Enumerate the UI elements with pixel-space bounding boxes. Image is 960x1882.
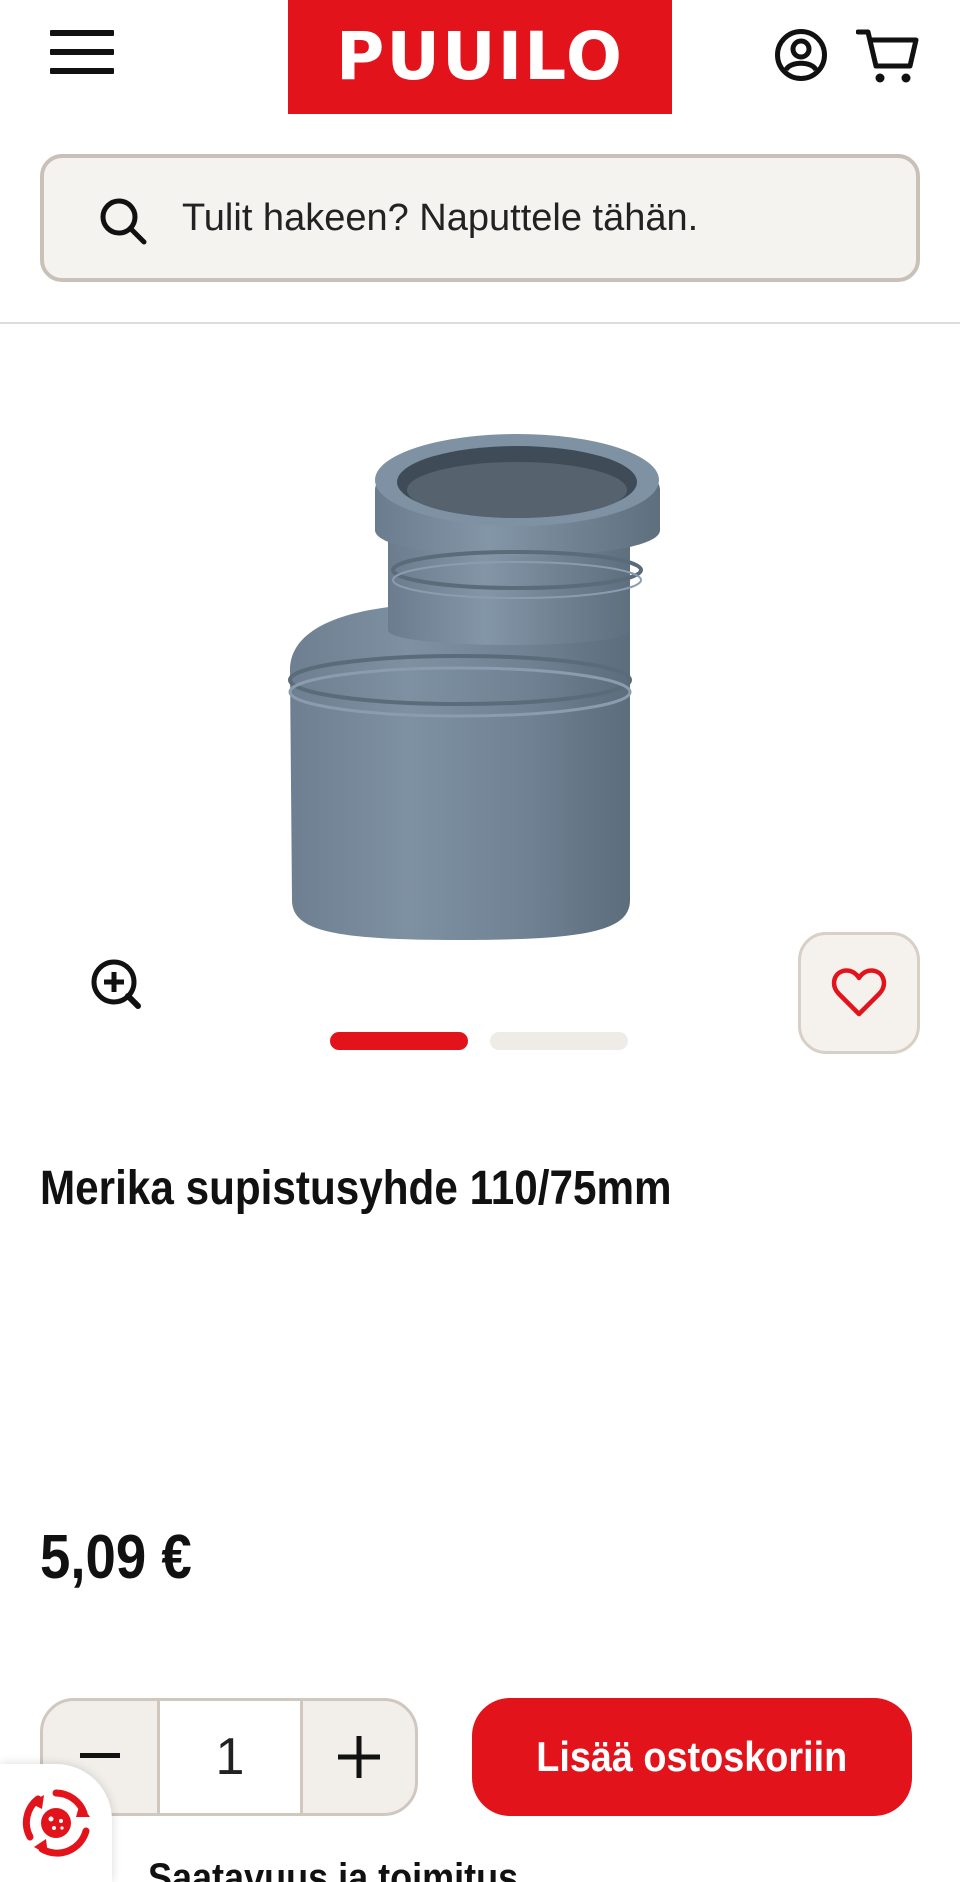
account-button[interactable] bbox=[774, 28, 828, 82]
header: PUUILO bbox=[0, 0, 960, 140]
availability-heading[interactable]: Saatavuus ja toimitus bbox=[148, 1856, 518, 1882]
hamburger-menu-icon bbox=[50, 30, 114, 36]
minus-icon bbox=[80, 1753, 120, 1758]
cookie-settings-icon bbox=[22, 1789, 90, 1857]
plus-icon bbox=[338, 1736, 380, 1778]
gallery-pagination bbox=[330, 1032, 630, 1050]
quantity-value[interactable]: 1 bbox=[157, 1701, 303, 1813]
zoom-button[interactable] bbox=[88, 956, 144, 1012]
gallery-dot-2[interactable] bbox=[490, 1032, 628, 1050]
add-to-cart-button[interactable]: Lisää ostoskoriin bbox=[472, 1698, 912, 1816]
zoom-in-icon bbox=[91, 959, 141, 1009]
shopping-cart-icon bbox=[855, 29, 919, 83]
menu-button[interactable] bbox=[48, 30, 116, 74]
heart-icon bbox=[831, 968, 887, 1017]
logo-text: PUUILO bbox=[336, 18, 624, 95]
search-input[interactable] bbox=[182, 176, 882, 260]
cart-button[interactable] bbox=[855, 26, 920, 86]
product-title: Merika supistusyhde 110/75mm bbox=[40, 1162, 672, 1215]
product-price: 5,09 € bbox=[40, 1523, 192, 1592]
favorite-button[interactable] bbox=[798, 932, 920, 1054]
search-icon bbox=[100, 198, 147, 245]
cookie-settings-button[interactable] bbox=[0, 1764, 112, 1882]
user-circle-icon bbox=[775, 29, 827, 81]
product-image bbox=[288, 434, 660, 940]
search-bar[interactable] bbox=[40, 154, 920, 282]
add-to-cart-label: Lisää ostoskoriin bbox=[536, 1733, 848, 1780]
increase-quantity-button[interactable] bbox=[303, 1701, 415, 1813]
gallery-dot-1[interactable] bbox=[330, 1032, 468, 1050]
logo[interactable]: PUUILO bbox=[288, 0, 672, 114]
header-divider bbox=[0, 322, 960, 324]
